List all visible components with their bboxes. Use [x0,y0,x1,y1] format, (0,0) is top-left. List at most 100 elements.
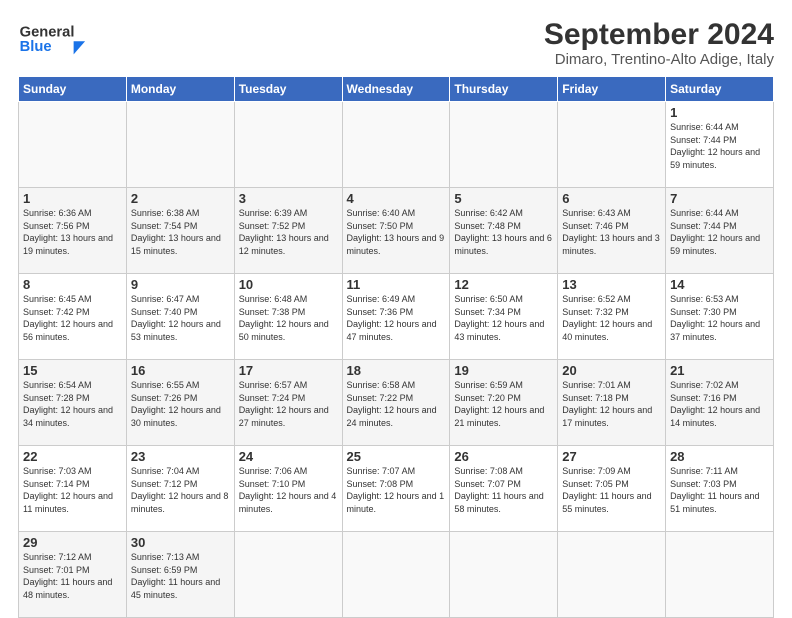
day-info: Sunrise: 7:03 AMSunset: 7:14 PMDaylight:… [23,465,122,515]
calendar-week-6: 29Sunrise: 7:12 AMSunset: 7:01 PMDayligh… [19,532,774,618]
day-info: Sunrise: 6:53 AMSunset: 7:30 PMDaylight:… [670,293,769,343]
day-info: Sunrise: 6:45 AMSunset: 7:42 PMDaylight:… [23,293,122,343]
day-header-wednesday: Wednesday [342,77,450,102]
calendar-cell: 28Sunrise: 7:11 AMSunset: 7:03 PMDayligh… [666,446,774,532]
day-number: 9 [131,277,230,292]
day-number: 22 [23,449,122,464]
day-header-tuesday: Tuesday [234,77,342,102]
calendar-cell: 30Sunrise: 7:13 AMSunset: 6:59 PMDayligh… [126,532,234,618]
header: General Blue September 2024 Dimaro, Tren… [18,18,774,68]
calendar-cell: 13Sunrise: 6:52 AMSunset: 7:32 PMDayligh… [558,274,666,360]
calendar-table: SundayMondayTuesdayWednesdayThursdayFrid… [18,76,774,618]
day-header-friday: Friday [558,77,666,102]
month-title: September 2024 [544,18,774,51]
day-number: 10 [239,277,338,292]
day-info: Sunrise: 6:54 AMSunset: 7:28 PMDaylight:… [23,379,122,429]
day-info: Sunrise: 6:49 AMSunset: 7:36 PMDaylight:… [347,293,446,343]
calendar-cell: 1Sunrise: 6:36 AMSunset: 7:56 PMDaylight… [19,188,127,274]
day-info: Sunrise: 7:07 AMSunset: 7:08 PMDaylight:… [347,465,446,515]
calendar-cell: 5Sunrise: 6:42 AMSunset: 7:48 PMDaylight… [450,188,558,274]
day-number: 28 [670,449,769,464]
day-info: Sunrise: 6:47 AMSunset: 7:40 PMDaylight:… [131,293,230,343]
day-info: Sunrise: 6:59 AMSunset: 7:20 PMDaylight:… [454,379,553,429]
calendar-cell: 6Sunrise: 6:43 AMSunset: 7:46 PMDaylight… [558,188,666,274]
day-info: Sunrise: 6:44 AMSunset: 7:44 PMDaylight:… [670,121,769,171]
day-number: 13 [562,277,661,292]
day-number: 4 [347,191,446,206]
day-number: 16 [131,363,230,378]
calendar-cell: 20Sunrise: 7:01 AMSunset: 7:18 PMDayligh… [558,360,666,446]
calendar-cell [126,102,234,188]
calendar-cell: 24Sunrise: 7:06 AMSunset: 7:10 PMDayligh… [234,446,342,532]
calendar-header-row: SundayMondayTuesdayWednesdayThursdayFrid… [19,77,774,102]
day-number: 12 [454,277,553,292]
calendar-cell [666,532,774,618]
calendar-cell: 12Sunrise: 6:50 AMSunset: 7:34 PMDayligh… [450,274,558,360]
day-number: 25 [347,449,446,464]
day-header-monday: Monday [126,77,234,102]
day-number: 30 [131,535,230,550]
day-info: Sunrise: 7:13 AMSunset: 6:59 PMDaylight:… [131,551,230,601]
page: General Blue September 2024 Dimaro, Tren… [0,0,792,612]
calendar-cell [342,102,450,188]
day-info: Sunrise: 6:43 AMSunset: 7:46 PMDaylight:… [562,207,661,257]
logo-svg: General Blue [18,18,108,58]
day-number: 6 [562,191,661,206]
calendar-cell: 29Sunrise: 7:12 AMSunset: 7:01 PMDayligh… [19,532,127,618]
calendar-cell: 19Sunrise: 6:59 AMSunset: 7:20 PMDayligh… [450,360,558,446]
day-number: 17 [239,363,338,378]
day-info: Sunrise: 6:52 AMSunset: 7:32 PMDaylight:… [562,293,661,343]
calendar-cell: 16Sunrise: 6:55 AMSunset: 7:26 PMDayligh… [126,360,234,446]
day-number: 1 [670,105,769,120]
calendar-cell: 2Sunrise: 6:38 AMSunset: 7:54 PMDaylight… [126,188,234,274]
calendar-cell [19,102,127,188]
calendar-cell: 14Sunrise: 6:53 AMSunset: 7:30 PMDayligh… [666,274,774,360]
calendar-cell: 15Sunrise: 6:54 AMSunset: 7:28 PMDayligh… [19,360,127,446]
day-info: Sunrise: 6:44 AMSunset: 7:44 PMDaylight:… [670,207,769,257]
calendar-cell: 9Sunrise: 6:47 AMSunset: 7:40 PMDaylight… [126,274,234,360]
svg-text:General: General [20,24,75,40]
day-info: Sunrise: 7:11 AMSunset: 7:03 PMDaylight:… [670,465,769,515]
day-info: Sunrise: 6:55 AMSunset: 7:26 PMDaylight:… [131,379,230,429]
calendar-cell: 4Sunrise: 6:40 AMSunset: 7:50 PMDaylight… [342,188,450,274]
day-info: Sunrise: 7:04 AMSunset: 7:12 PMDaylight:… [131,465,230,515]
calendar-cell: 8Sunrise: 6:45 AMSunset: 7:42 PMDaylight… [19,274,127,360]
title-block: September 2024 Dimaro, Trentino-Alto Adi… [544,18,774,68]
logo: General Blue [18,18,108,58]
calendar-cell: 7Sunrise: 6:44 AMSunset: 7:44 PMDaylight… [666,188,774,274]
calendar-week-1: 1Sunrise: 6:44 AMSunset: 7:44 PMDaylight… [19,102,774,188]
day-info: Sunrise: 7:06 AMSunset: 7:10 PMDaylight:… [239,465,338,515]
day-number: 7 [670,191,769,206]
day-number: 3 [239,191,338,206]
day-number: 11 [347,277,446,292]
calendar-cell: 21Sunrise: 7:02 AMSunset: 7:16 PMDayligh… [666,360,774,446]
calendar-week-2: 1Sunrise: 6:36 AMSunset: 7:56 PMDaylight… [19,188,774,274]
day-info: Sunrise: 7:12 AMSunset: 7:01 PMDaylight:… [23,551,122,601]
svg-text:Blue: Blue [20,39,52,55]
day-header-sunday: Sunday [19,77,127,102]
day-number: 19 [454,363,553,378]
day-number: 15 [23,363,122,378]
calendar-cell [558,102,666,188]
day-number: 29 [23,535,122,550]
day-info: Sunrise: 6:36 AMSunset: 7:56 PMDaylight:… [23,207,122,257]
calendar-cell [342,532,450,618]
day-info: Sunrise: 6:50 AMSunset: 7:34 PMDaylight:… [454,293,553,343]
calendar-cell: 22Sunrise: 7:03 AMSunset: 7:14 PMDayligh… [19,446,127,532]
calendar-cell [450,532,558,618]
day-info: Sunrise: 6:48 AMSunset: 7:38 PMDaylight:… [239,293,338,343]
calendar-cell: 23Sunrise: 7:04 AMSunset: 7:12 PMDayligh… [126,446,234,532]
day-header-saturday: Saturday [666,77,774,102]
calendar-cell: 27Sunrise: 7:09 AMSunset: 7:05 PMDayligh… [558,446,666,532]
day-info: Sunrise: 6:57 AMSunset: 7:24 PMDaylight:… [239,379,338,429]
day-number: 20 [562,363,661,378]
calendar-cell: 17Sunrise: 6:57 AMSunset: 7:24 PMDayligh… [234,360,342,446]
day-number: 27 [562,449,661,464]
calendar-cell [450,102,558,188]
calendar-cell: 1Sunrise: 6:44 AMSunset: 7:44 PMDaylight… [666,102,774,188]
day-header-thursday: Thursday [450,77,558,102]
calendar-cell [234,102,342,188]
calendar-week-3: 8Sunrise: 6:45 AMSunset: 7:42 PMDaylight… [19,274,774,360]
day-info: Sunrise: 6:58 AMSunset: 7:22 PMDaylight:… [347,379,446,429]
day-info: Sunrise: 7:09 AMSunset: 7:05 PMDaylight:… [562,465,661,515]
